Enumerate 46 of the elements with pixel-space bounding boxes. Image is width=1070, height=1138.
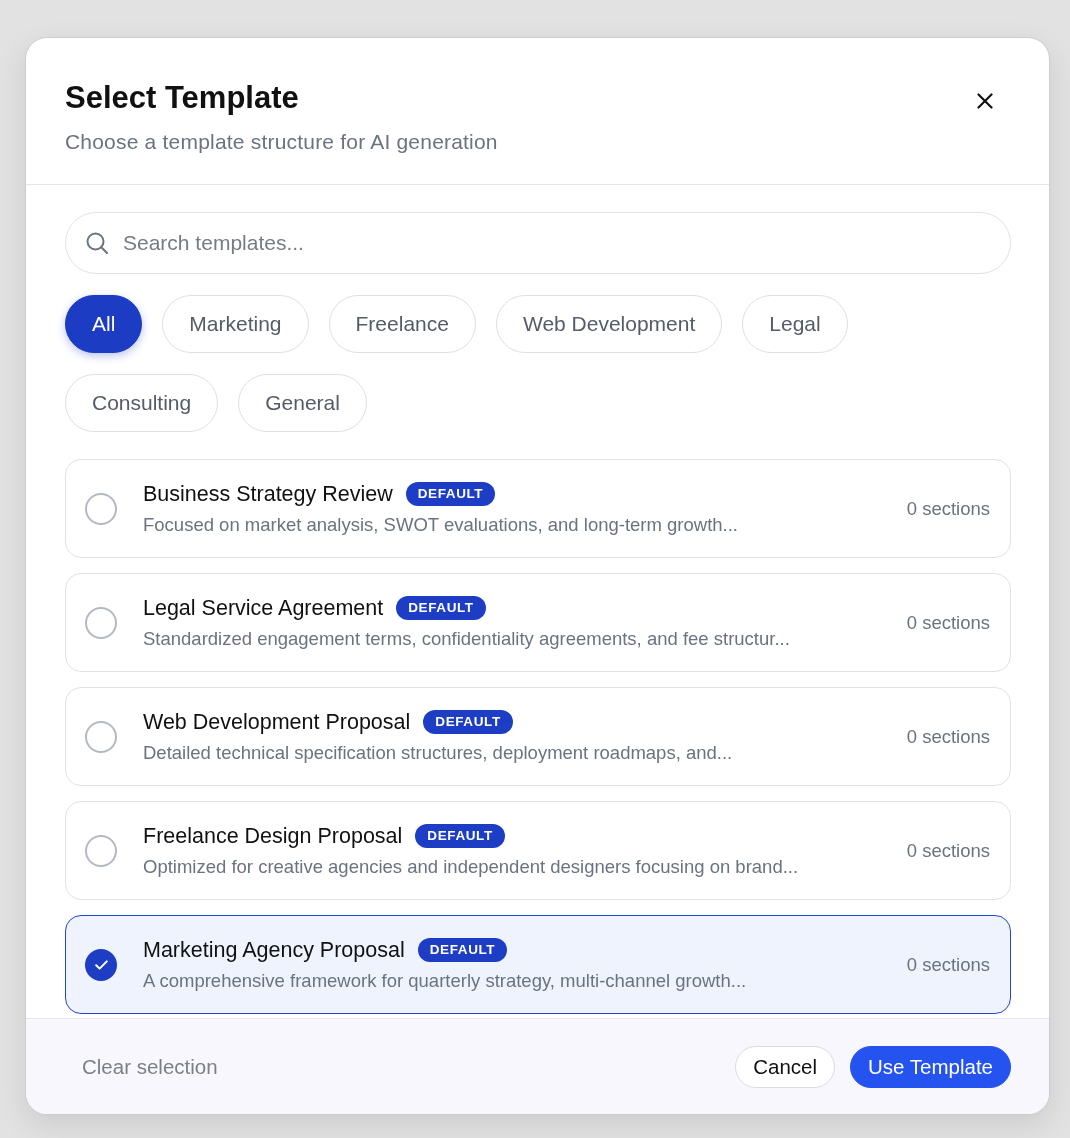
section-count: 0 sections: [906, 497, 990, 520]
dialog-title: Select Template: [65, 80, 299, 116]
filter-chip[interactable]: Consulting: [65, 374, 219, 432]
default-badge: DEFAULT: [396, 595, 486, 620]
template-name: Web Development Proposal: [143, 708, 411, 735]
template-card[interactable]: Web Development Proposal DEFAULT Detailed technical specification structures, deployment roadmaps, and... 0 sections: [65, 687, 1011, 786]
radio-button[interactable]: [85, 834, 117, 867]
radio-button[interactable]: [85, 492, 117, 525]
filter-chip[interactable]: All: [65, 295, 143, 353]
template-description: Focused on market analysis, SWOT evaluations, and long-term growth...: [143, 512, 738, 537]
filter-chip[interactable]: General: [238, 374, 367, 432]
filter-chip[interactable]: Web Development: [495, 295, 723, 353]
template-description: Standardized engagement terms, confidentiality agreements, and fee structur...: [143, 626, 790, 651]
radio-button[interactable]: [85, 606, 117, 639]
section-count: 0 sections: [906, 953, 990, 976]
filter-chip[interactable]: Legal: [742, 295, 848, 353]
template-name: Freelance Design Proposal: [143, 822, 403, 849]
template-name: Marketing Agency Proposal: [143, 936, 405, 963]
filter-chip[interactable]: Freelance: [328, 295, 476, 353]
default-badge: DEFAULT: [417, 937, 508, 962]
default-badge: DEFAULT: [415, 823, 505, 848]
template-card[interactable]: Legal Service Agreement DEFAULT Standardized engagement terms, confidentiality agreements, and fee structur... 0 sections: [65, 573, 1011, 672]
template-name: Business Strategy Review: [143, 480, 393, 507]
default-badge: DEFAULT: [423, 709, 513, 734]
use-template-button[interactable]: Use Template: [850, 1045, 1011, 1088]
section-count: 0 sections: [906, 725, 990, 748]
dialog-subtitle: Choose a template structure for AI generation: [65, 129, 498, 155]
template-description: A comprehensive framework for quarterly strategy, multi-channel growth...: [143, 968, 747, 993]
close-icon: [977, 93, 993, 109]
template-card[interactable]: Business Strategy Review DEFAULT Focused on market analysis, SWOT evaluations, and long-term growth... 0 sections: [65, 459, 1011, 558]
filter-chip[interactable]: Marketing: [162, 295, 309, 353]
template-name: Legal Service Agreement: [143, 594, 384, 621]
search-field[interactable]: Search templates...: [65, 212, 1011, 274]
section-count: 0 sections: [906, 839, 990, 862]
cancel-button[interactable]: Cancel: [735, 1045, 836, 1088]
clear-selection-button[interactable]: Clear selection: [82, 1054, 218, 1079]
search-icon: [86, 232, 108, 254]
radio-button[interactable]: [85, 948, 117, 981]
template-card[interactable]: Freelance Design Proposal DEFAULT Optimized for creative agencies and independent designers focusing on brand... 0 sections: [65, 801, 1011, 900]
template-card[interactable]: Marketing Agency Proposal DEFAULT A comprehensive framework for quarterly strategy, multi-channel growth... 0 sections: [65, 915, 1011, 1014]
template-description: Optimized for creative agencies and independent designers focusing on brand...: [143, 854, 799, 879]
check-icon: [94, 959, 108, 970]
section-count: 0 sections: [906, 611, 990, 634]
template-description: Detailed technical specification structures, deployment roadmaps, and...: [143, 740, 733, 765]
radio-button[interactable]: [85, 720, 117, 753]
default-badge: DEFAULT: [405, 481, 496, 506]
